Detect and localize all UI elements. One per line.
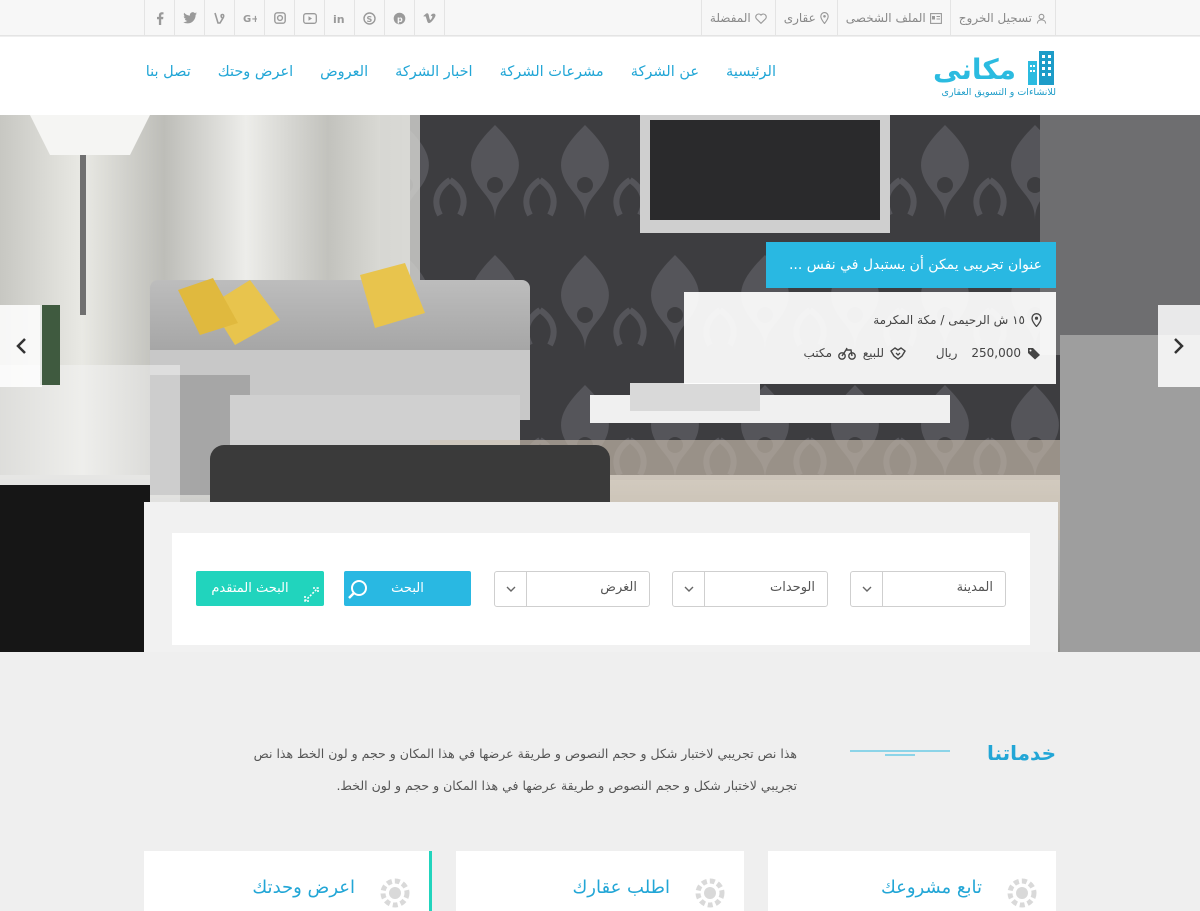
chevron-down-icon (851, 572, 883, 606)
user-icon (1036, 13, 1047, 24)
gear-icon (695, 878, 725, 908)
service-card-list-unit[interactable]: اعرض وحدتك (144, 851, 432, 911)
svg-text:S: S (367, 15, 373, 24)
search-panel: المدينة الوحدات الغرض البحث البحث المتقد… (144, 502, 1058, 652)
logout-label: تسجيل الخروج (958, 11, 1032, 25)
nav-home[interactable]: الرئيسية (726, 64, 776, 80)
svg-text:p: p (397, 15, 403, 24)
logo-name: مكانى (933, 53, 1016, 86)
service-card-title: اطلب عقارك (572, 877, 670, 898)
site-logo[interactable]: مكانى للانشاءات و التسويق العقارى (933, 47, 1056, 103)
bicycle-icon (838, 347, 856, 360)
main-header: مكانى للانشاءات و التسويق العقارى الرئيس… (0, 37, 1200, 115)
profile-label: الملف الشخصى (845, 11, 926, 25)
map-pin-icon (1031, 313, 1042, 327)
city-select[interactable]: المدينة (850, 571, 1006, 607)
search-button[interactable]: البحث (344, 571, 471, 606)
map-pin-icon (820, 12, 829, 24)
service-card-title: اعرض وحدتك (252, 877, 355, 898)
top-bar: تسجيل الخروج الملف الشخصى عقارى المفضلة … (0, 0, 1200, 36)
youtube-icon[interactable] (295, 0, 325, 36)
caption-price: 250,000 (971, 346, 1021, 360)
building-logo-icon (1028, 51, 1054, 85)
advanced-search-label: البحث المتقدم (211, 581, 289, 596)
slider-prev-button[interactable] (0, 305, 42, 387)
caption-status: للبيع (862, 346, 884, 360)
nav-offers[interactable]: العروض (320, 64, 368, 80)
caption-type-row: مكتب (804, 346, 856, 360)
chevron-down-icon (495, 572, 527, 606)
caption-address-row: ١٥ ش الرحيمى / مكة المكرمة (873, 313, 1042, 327)
caption-price-row: 250,000 ريال (936, 346, 1042, 360)
nav-contact[interactable]: تصل بنا (146, 64, 191, 80)
slide-caption-title[interactable]: عنوان تجريبى يمكن أن يستبدل في نفس ... (766, 242, 1056, 288)
instagram-icon[interactable] (265, 0, 295, 36)
tags-icon (1028, 347, 1040, 359)
services-title: خدماتنا (986, 741, 1056, 765)
handshake-icon (890, 346, 906, 360)
pinterest-icon[interactable]: p (385, 0, 415, 36)
purpose-select-value: الغرض (600, 580, 637, 595)
caption-currency: ريال (935, 346, 958, 360)
nav-news[interactable]: اخبار الشركة (395, 64, 472, 80)
svg-text:G+: G+ (243, 14, 257, 24)
properties-label: عقارى (783, 11, 816, 25)
gear-icon (380, 878, 410, 908)
favorites-label: المفضلة (709, 11, 751, 25)
services-description: هذا نص تجريبي لاختبار شكل و حجم النصوص و… (253, 746, 797, 793)
service-card-follow-project[interactable]: تابع مشروعك (768, 851, 1056, 911)
caption-status-row: للبيع (863, 346, 906, 360)
logo-tagline: للانشاءات و التسويق العقارى (941, 87, 1056, 98)
slider-next-button[interactable] (1158, 305, 1200, 387)
nav-list-unit[interactable]: اعرض وحتك (218, 64, 293, 80)
social-links: G+ in S p (144, 0, 445, 36)
service-card-request-property[interactable]: اطلب عقارك (456, 851, 744, 911)
vimeo-icon[interactable] (415, 0, 445, 36)
search-icon (348, 580, 367, 599)
svg-text:in: in (333, 13, 345, 24)
units-select-value: الوحدات (770, 580, 815, 595)
advanced-search-button[interactable]: البحث المتقدم (196, 571, 324, 606)
linkedin-icon[interactable]: in (325, 0, 355, 36)
slide-caption-details: ١٥ ش الرحيمى / مكة المكرمة 250,000 ريال … (684, 292, 1056, 384)
skype-icon[interactable]: S (355, 0, 385, 36)
main-nav: الرئيسية عن الشركة مشرعات الشركة اخبار ا… (146, 37, 776, 107)
twitter-icon[interactable] (175, 0, 205, 36)
top-links: تسجيل الخروج الملف الشخصى عقارى المفضلة (700, 0, 1056, 36)
nav-projects[interactable]: مشرعات الشركة (500, 64, 604, 80)
logout-link[interactable]: تسجيل الخروج (949, 0, 1056, 36)
facebook-icon[interactable] (145, 0, 175, 36)
nav-about[interactable]: عن الشركة (631, 64, 699, 80)
search-form: المدينة الوحدات الغرض البحث البحث المتقد… (172, 533, 1030, 645)
favorites-link[interactable]: المفضلة (700, 0, 775, 36)
heart-icon (754, 12, 767, 24)
city-select-value: المدينة (956, 580, 993, 595)
chevron-left-icon (16, 338, 26, 354)
caption-type: مكتب (803, 346, 832, 360)
id-card-icon (929, 12, 942, 24)
chevron-right-icon (1174, 338, 1184, 354)
vine-icon[interactable] (205, 0, 235, 36)
properties-link[interactable]: عقارى (774, 0, 837, 36)
title-underline-decoration (850, 750, 950, 756)
expand-icon (304, 587, 319, 602)
profile-link[interactable]: الملف الشخصى (836, 0, 950, 36)
caption-address: ١٥ ش الرحيمى / مكة المكرمة (873, 313, 1025, 327)
units-select[interactable]: الوحدات (672, 571, 828, 607)
search-button-label: البحث (391, 581, 424, 596)
googleplus-icon[interactable]: G+ (235, 0, 265, 36)
purpose-select[interactable]: الغرض (494, 571, 650, 607)
gear-icon (1007, 878, 1037, 908)
chevron-down-icon (673, 572, 705, 606)
service-card-title: تابع مشروعك (880, 877, 982, 898)
